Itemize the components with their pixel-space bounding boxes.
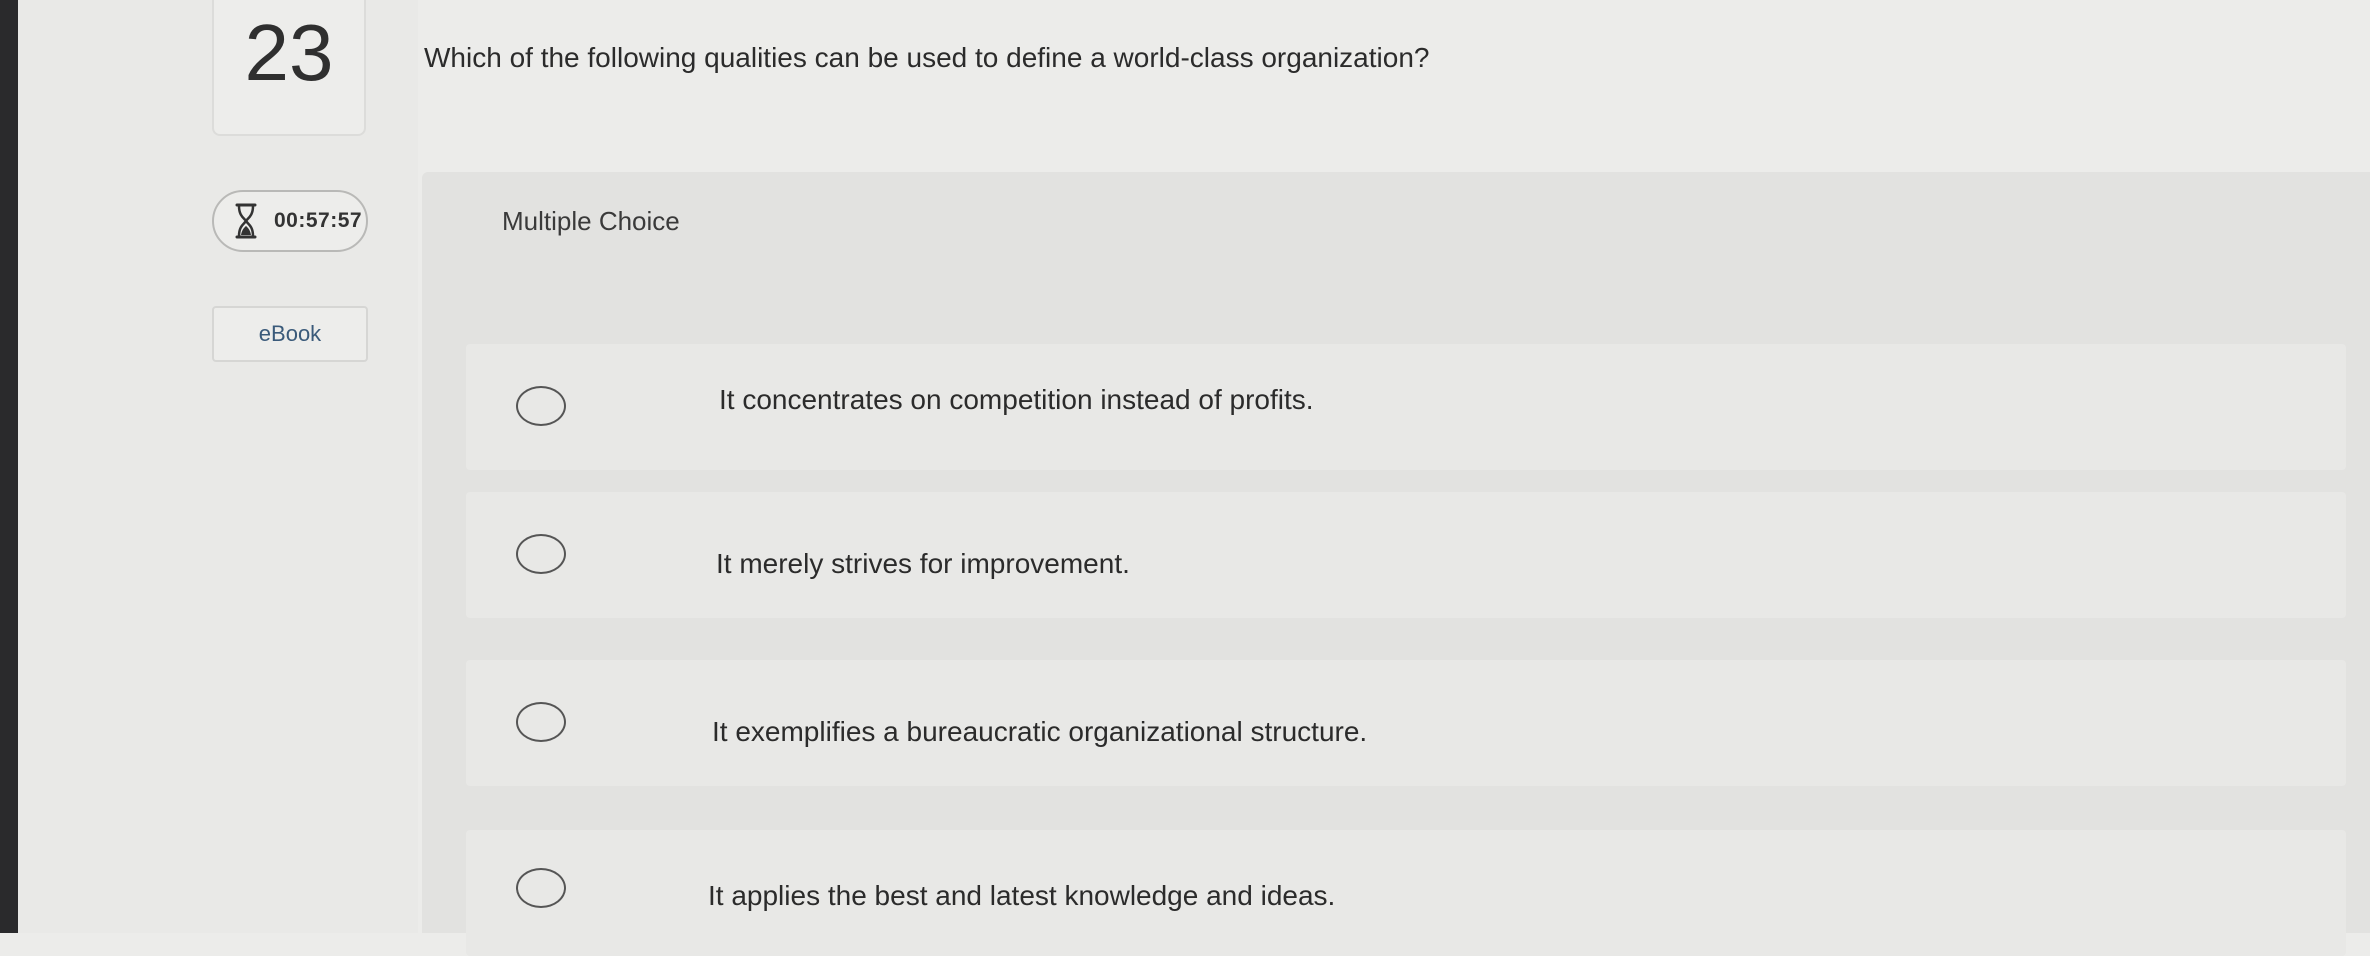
answer-option[interactable]: It exemplifies a bureaucratic organizati… xyxy=(466,660,2346,786)
left-column xyxy=(18,0,418,933)
option-label: It applies the best and latest knowledge… xyxy=(708,880,1336,911)
option-label: It merely strives for improvement. xyxy=(716,548,1130,579)
radio-button[interactable] xyxy=(516,702,566,742)
radio-button[interactable] xyxy=(516,386,566,426)
answer-option[interactable]: It concentrates on competition instead o… xyxy=(466,344,2346,470)
answer-option[interactable]: It applies the best and latest knowledge… xyxy=(466,830,2346,956)
radio-button[interactable] xyxy=(516,868,566,908)
timer-value: 00:57:57 xyxy=(274,209,363,232)
ebook-button[interactable]: eBook xyxy=(212,306,368,362)
screen-edge xyxy=(0,0,18,933)
option-label: It concentrates on competition instead o… xyxy=(719,384,1314,415)
option-label: It exemplifies a bureaucratic organizati… xyxy=(712,716,1368,747)
question-number: 23 xyxy=(244,8,334,97)
hourglass-icon xyxy=(235,203,257,239)
question-number-box: 23 xyxy=(212,0,366,136)
timer[interactable]: 00:57:57 xyxy=(212,190,368,252)
answer-option[interactable]: It merely strives for improvement. xyxy=(466,492,2346,618)
answer-type-label: Multiple Choice xyxy=(502,206,680,236)
radio-button[interactable] xyxy=(516,534,566,574)
question-text: Which of the following qualities can be … xyxy=(424,42,1430,73)
